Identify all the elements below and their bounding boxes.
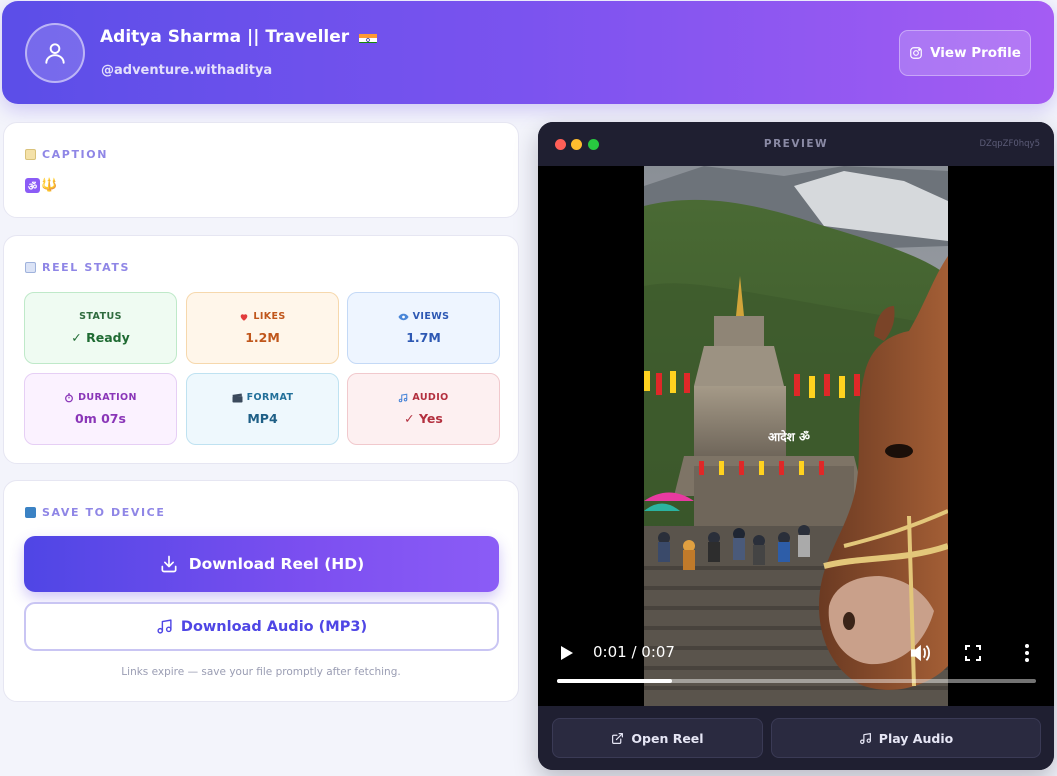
om-emoji: ॐ xyxy=(25,178,40,193)
more-vertical-icon xyxy=(1025,644,1029,662)
fullscreen-button[interactable] xyxy=(963,643,983,663)
view-profile-button[interactable]: View Profile xyxy=(899,30,1031,76)
stat-duration-label: DURATION xyxy=(78,392,137,403)
profile-name: Aditya Sharma || Traveller xyxy=(100,27,350,47)
stat-format-label-row: FORMAT xyxy=(232,392,294,403)
volume-icon xyxy=(910,644,930,662)
clapper-icon xyxy=(232,392,243,403)
profile-handle: @adventure.withaditya xyxy=(101,63,273,78)
view-profile-label: View Profile xyxy=(930,45,1021,61)
preview-topbar: PREVIEW DZqpZF0hqy5 xyxy=(538,122,1054,166)
preview-title: PREVIEW xyxy=(763,138,829,150)
reel-stats-card: REEL STATS STATUS ✓ Ready LIKES 1.2M VIE… xyxy=(3,235,519,464)
stat-likes: LIKES 1.2M xyxy=(186,292,339,364)
stat-views: VIEWS 1.7M xyxy=(347,292,500,364)
stat-status-value: ✓ Ready xyxy=(71,330,130,345)
stat-likes-label-row: LIKES xyxy=(239,311,285,322)
video-time: 0:01 / 0:07 xyxy=(593,643,675,661)
more-options-button[interactable] xyxy=(1018,642,1036,664)
stat-audio-label-row: AUDIO xyxy=(398,392,448,403)
stat-format-value: MP4 xyxy=(247,411,278,426)
download-audio-button[interactable]: Download Audio (MP3) xyxy=(24,602,499,651)
reel-stats-title: REEL STATS xyxy=(25,261,130,274)
stat-format-label: FORMAT xyxy=(246,392,294,403)
download-box-icon xyxy=(25,507,36,518)
download-reel-button[interactable]: Download Reel (HD) xyxy=(24,536,499,592)
stat-duration: DURATION 0m 07s xyxy=(24,373,177,445)
memo-icon xyxy=(25,149,36,160)
download-reel-label: Download Reel (HD) xyxy=(188,555,365,573)
user-icon xyxy=(45,43,65,64)
stat-likes-value: 1.2M xyxy=(245,330,280,345)
timer-icon xyxy=(65,392,74,402)
stat-views-label-row: VIEWS xyxy=(398,311,450,322)
stat-views-label: VIEWS xyxy=(412,311,450,322)
india-flag-icon xyxy=(359,31,378,43)
caption-title: CAPTION xyxy=(25,148,108,161)
open-reel-label: Open Reel xyxy=(631,730,704,746)
preview-panel: PREVIEW DZqpZF0hqy5 आदेश ॐ 0:01 / 0:07 O… xyxy=(538,122,1054,770)
stat-audio: AUDIO ✓ Yes xyxy=(347,373,500,445)
caption-text: ॐ 🔱 xyxy=(25,178,58,193)
play-button[interactable] xyxy=(558,643,576,663)
download-icon xyxy=(161,555,177,573)
music-note-icon xyxy=(157,619,172,634)
eye-icon xyxy=(398,313,409,320)
video-player[interactable]: आदेश ॐ 0:01 / 0:07 xyxy=(538,166,1054,706)
open-reel-button[interactable]: Open Reel xyxy=(552,718,763,758)
stat-views-value: 1.7M xyxy=(406,330,441,345)
music-note-icon xyxy=(859,732,871,744)
fullscreen-icon xyxy=(965,645,981,661)
profile-name-row: Aditya Sharma || Traveller xyxy=(100,27,378,47)
stat-duration-label-row: DURATION xyxy=(64,392,137,403)
music-note-icon xyxy=(399,393,408,402)
video-progress-fill xyxy=(557,679,672,683)
play-audio-label: Play Audio xyxy=(878,730,954,746)
save-title: SAVE TO DEVICE xyxy=(25,506,165,519)
volume-button[interactable] xyxy=(908,642,932,664)
bar-chart-icon xyxy=(25,262,36,273)
stat-status: STATUS ✓ Ready xyxy=(24,292,177,364)
instagram-icon xyxy=(910,47,922,59)
video-progress-bar[interactable] xyxy=(557,679,1036,683)
stat-audio-value: ✓ Yes xyxy=(404,411,443,426)
expiry-note: Links expire — save your file promptly a… xyxy=(121,666,401,678)
play-icon xyxy=(561,646,573,660)
stat-format: FORMAT MP4 xyxy=(186,373,339,445)
avatar xyxy=(25,23,85,83)
stat-likes-label: LIKES xyxy=(253,311,286,322)
external-link-icon xyxy=(612,732,624,744)
caption-card: CAPTION ॐ 🔱 xyxy=(3,122,519,218)
preview-footer: Open Reel Play Audio xyxy=(538,706,1054,770)
save-card: SAVE TO DEVICE Download Reel (HD) Downlo… xyxy=(3,480,519,702)
video-controls: 0:01 / 0:07 xyxy=(538,166,1054,706)
reel-id: DZqpZF0hqy5 xyxy=(979,139,1040,149)
stat-duration-value: 0m 07s xyxy=(75,411,126,426)
trident-emoji: 🔱 xyxy=(41,178,58,193)
stat-audio-label: AUDIO xyxy=(412,392,449,403)
play-audio-button[interactable]: Play Audio xyxy=(771,718,1041,758)
profile-header: Aditya Sharma || Traveller @adventure.wi… xyxy=(2,1,1054,104)
stat-status-label: STATUS xyxy=(79,311,122,322)
download-audio-label: Download Audio (MP3) xyxy=(180,618,368,635)
heart-icon xyxy=(241,313,248,321)
